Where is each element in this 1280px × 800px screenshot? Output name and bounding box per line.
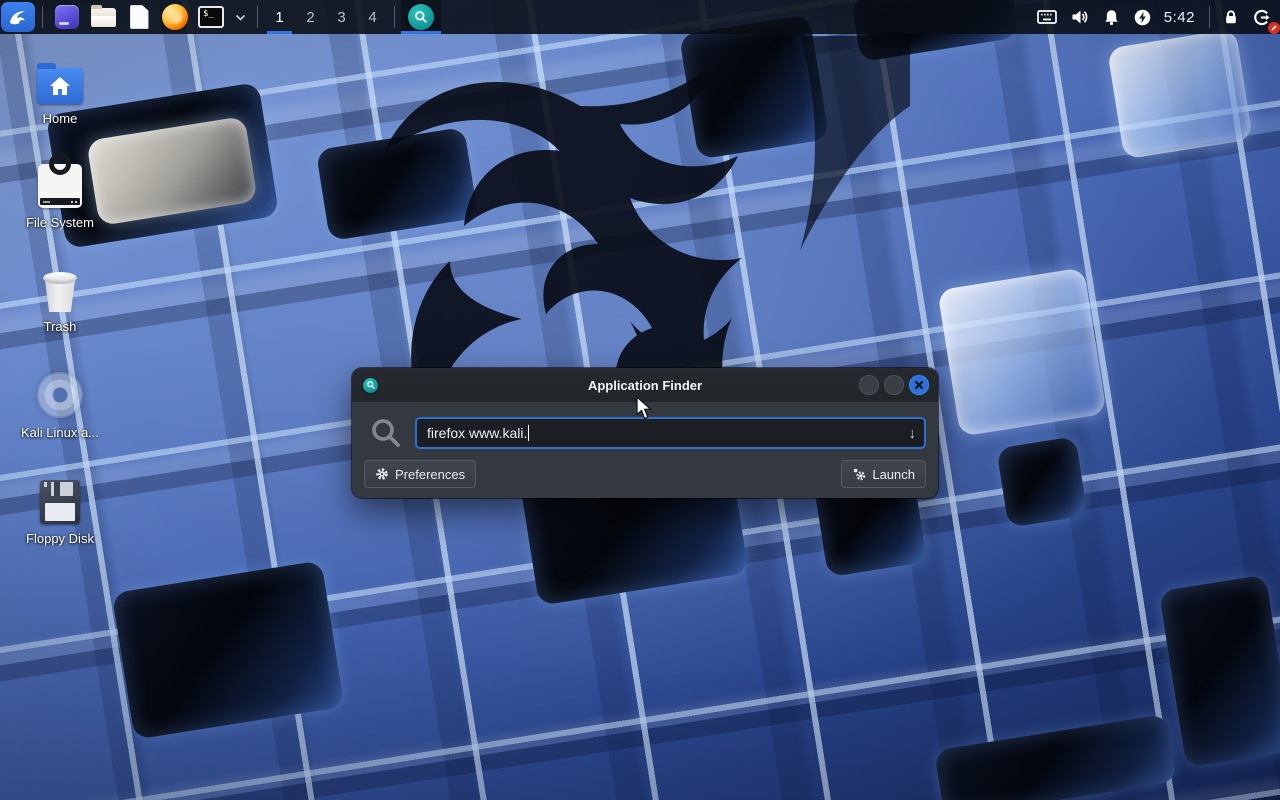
window-icon — [55, 5, 79, 29]
clock[interactable]: 5:42 — [1164, 9, 1195, 26]
launcher-file-manager[interactable] — [88, 2, 118, 32]
workspace-3[interactable]: 3 — [326, 0, 357, 34]
top-panel: $_ 1 2 3 4 — [0, 0, 1280, 34]
trash-bin-icon — [10, 262, 110, 312]
battery-bolt-icon[interactable] — [1134, 9, 1151, 26]
search-input-value: firefox www.kali. — [427, 425, 527, 441]
hard-drive-icon — [10, 158, 110, 208]
document-edit-icon — [130, 5, 149, 29]
chevron-down-icon — [235, 14, 246, 21]
launcher-firefox[interactable] — [160, 2, 190, 32]
close-button[interactable] — [909, 375, 929, 395]
launcher-dropdown[interactable] — [232, 2, 248, 32]
floppy-disk-icon — [10, 474, 110, 524]
disc-icon — [10, 368, 110, 418]
padlock-icon[interactable] — [1223, 9, 1239, 25]
desktop-icon-label: File System — [10, 215, 110, 230]
desktop-icon-trash[interactable]: Trash — [10, 262, 110, 334]
window-search-icon — [363, 378, 378, 393]
bell-icon[interactable] — [1103, 9, 1120, 26]
gear-icon — [375, 467, 389, 481]
panel-separator — [42, 6, 43, 28]
panel-separator — [1209, 6, 1210, 28]
wallpaper-glass-cube — [1107, 29, 1253, 160]
workspace-number: 3 — [337, 9, 345, 26]
kali-dragon-icon — [7, 6, 29, 28]
desktop-icon-floppy-disk[interactable]: Floppy Disk — [10, 474, 110, 546]
edit-badge-icon — [1268, 22, 1280, 34]
preferences-button[interactable]: Preferences — [364, 460, 476, 488]
launcher-terminal[interactable]: $_ — [196, 2, 226, 32]
search-input[interactable]: firefox www.kali. ↓ — [415, 417, 926, 449]
desktop-icon-home[interactable]: Home — [10, 54, 110, 126]
speaker-icon[interactable] — [1071, 9, 1089, 25]
run-gear-icon — [852, 467, 866, 481]
system-tray: 5:42 — [1030, 0, 1280, 34]
wallpaper-glass-cube — [937, 267, 1106, 436]
maximize-button[interactable] — [884, 375, 904, 395]
launch-button[interactable]: Launch — [841, 460, 926, 488]
desktop-icon-label: Floppy Disk — [10, 531, 110, 546]
minimize-button[interactable] — [859, 375, 879, 395]
launch-label: Launch — [872, 467, 915, 482]
launcher-text-editor[interactable] — [124, 2, 154, 32]
text-caret — [528, 425, 529, 441]
wallpaper-glass-cube — [996, 436, 1088, 528]
firefox-icon — [162, 4, 188, 30]
kali-menu-button[interactable] — [1, 2, 35, 32]
workspace-1[interactable]: 1 — [264, 0, 295, 34]
keyboard-icon[interactable] — [1037, 10, 1057, 24]
folder-icon — [91, 8, 116, 27]
window-title: Application Finder — [352, 378, 938, 393]
workspace-number: 4 — [368, 9, 376, 26]
logout-icon[interactable] — [1253, 9, 1270, 26]
workspace-number: 2 — [306, 9, 314, 26]
search-icon — [370, 417, 402, 449]
titlebar[interactable]: Application Finder — [352, 368, 938, 402]
panel-separator — [257, 6, 258, 28]
desktop-icon-file-system[interactable]: File System — [10, 158, 110, 230]
desktop-icon-label: Trash — [10, 319, 110, 334]
desktop-icon-kali-linux[interactable]: Kali Linux a... — [10, 368, 110, 440]
preferences-label: Preferences — [395, 467, 465, 482]
desktop-icon-label: Kali Linux a... — [10, 425, 110, 440]
application-finder-window: Application Finder firefox www.kali. — [352, 368, 938, 498]
panel-separator — [394, 6, 395, 28]
close-icon — [914, 380, 924, 390]
taskbar-application-finder[interactable] — [401, 0, 441, 34]
terminal-prompt-glyph: $_ — [203, 9, 214, 19]
dropdown-arrow-icon[interactable]: ↓ — [909, 425, 917, 442]
search-icon — [408, 4, 434, 30]
desktop-icon-label: Home — [10, 111, 110, 126]
home-folder-icon — [10, 54, 110, 104]
workspace-4[interactable]: 4 — [357, 0, 388, 34]
workspace-2[interactable]: 2 — [295, 0, 326, 34]
workspace-number: 1 — [275, 9, 283, 26]
launcher-app-window[interactable] — [52, 2, 82, 32]
terminal-icon: $_ — [198, 6, 224, 28]
